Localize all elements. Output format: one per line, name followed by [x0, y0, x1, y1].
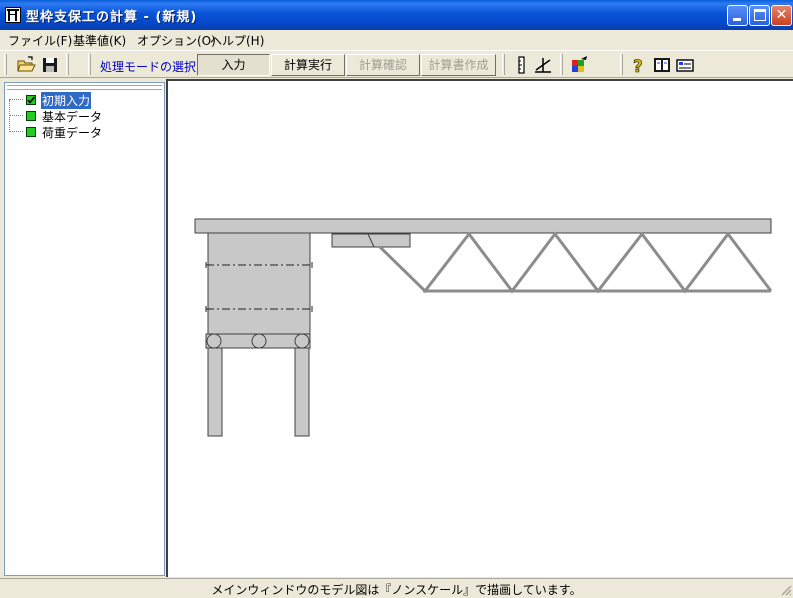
- toolbar-grip-2[interactable]: [88, 54, 91, 75]
- close-button[interactable]: ✕: [771, 5, 792, 26]
- minimize-icon: [733, 18, 741, 21]
- mode-calculate-button[interactable]: 計算実行: [271, 54, 345, 76]
- version-info-icon[interactable]: [675, 55, 695, 75]
- status-square-icon: [26, 127, 36, 137]
- title-bar[interactable]: 型枠支保工の計算 - (新規) ✕: [0, 0, 793, 30]
- data-tree-panel: [4, 82, 165, 576]
- menu-options[interactable]: オプション(O): [137, 32, 216, 49]
- status-square-icon: [26, 111, 36, 121]
- status-bar: メインウィンドウのモデル図は『ノンスケール』で描画しています。: [0, 578, 793, 597]
- tree-item-label: 基本データ: [42, 110, 103, 124]
- mode-verify-button[interactable]: 計算確認: [346, 54, 420, 76]
- window-title: 型枠支保工の計算 - (新規): [26, 10, 198, 25]
- save-disk-icon[interactable]: [40, 55, 60, 75]
- beam-block: [207, 232, 311, 335]
- minimize-button[interactable]: [727, 5, 748, 26]
- draw-measure-icon[interactable]: [533, 55, 553, 75]
- slab: [194, 218, 772, 234]
- svg-text:?: ?: [633, 57, 643, 75]
- pipe-center: [251, 333, 267, 349]
- pipe-left: [206, 333, 222, 349]
- toolbar: 処理モードの選択 入力 計算実行 計算確認 計算書作成 ?: [0, 50, 793, 78]
- tree-item-label: 荷重データ: [42, 126, 103, 140]
- mode-report-button[interactable]: 計算書作成: [421, 54, 496, 76]
- resize-grip-icon[interactable]: [780, 584, 792, 596]
- ruler-icon[interactable]: [512, 55, 532, 75]
- color-settings-icon[interactable]: [569, 55, 589, 75]
- checked-status-icon: [26, 95, 36, 105]
- model-drawing-canvas[interactable]: [166, 79, 793, 577]
- close-icon: ✕: [775, 7, 788, 23]
- menu-bar: ファイル(F) 基準値(K) オプション(O) ヘルプ(H): [0, 30, 793, 49]
- maximize-icon: [754, 9, 766, 21]
- toolbar-grip[interactable]: [4, 54, 7, 75]
- tree-panel-header: [7, 85, 162, 90]
- app-icon[interactable]: [5, 7, 21, 23]
- support-post-right: [294, 347, 310, 437]
- truss-beam: [378, 231, 773, 294]
- support-post-left: [207, 347, 223, 437]
- mode-select-label: 処理モードの選択: [100, 60, 197, 74]
- menu-file[interactable]: ファイル(F): [8, 32, 72, 49]
- open-folder-icon[interactable]: [16, 55, 36, 75]
- menu-standards[interactable]: 基準値(K): [73, 32, 126, 49]
- maximize-button[interactable]: [749, 5, 770, 26]
- pipe-right: [294, 333, 310, 349]
- manual-book-icon[interactable]: [652, 55, 672, 75]
- mode-input-button[interactable]: 入力: [197, 54, 270, 76]
- model-diagram: [194, 218, 773, 437]
- menu-help[interactable]: ヘルプ(H): [210, 32, 264, 49]
- tree-item-label: 初期入力: [41, 92, 92, 109]
- status-message: メインウィンドウのモデル図は『ノンスケール』で描画しています。: [211, 583, 582, 597]
- help-icon[interactable]: ?: [629, 55, 649, 75]
